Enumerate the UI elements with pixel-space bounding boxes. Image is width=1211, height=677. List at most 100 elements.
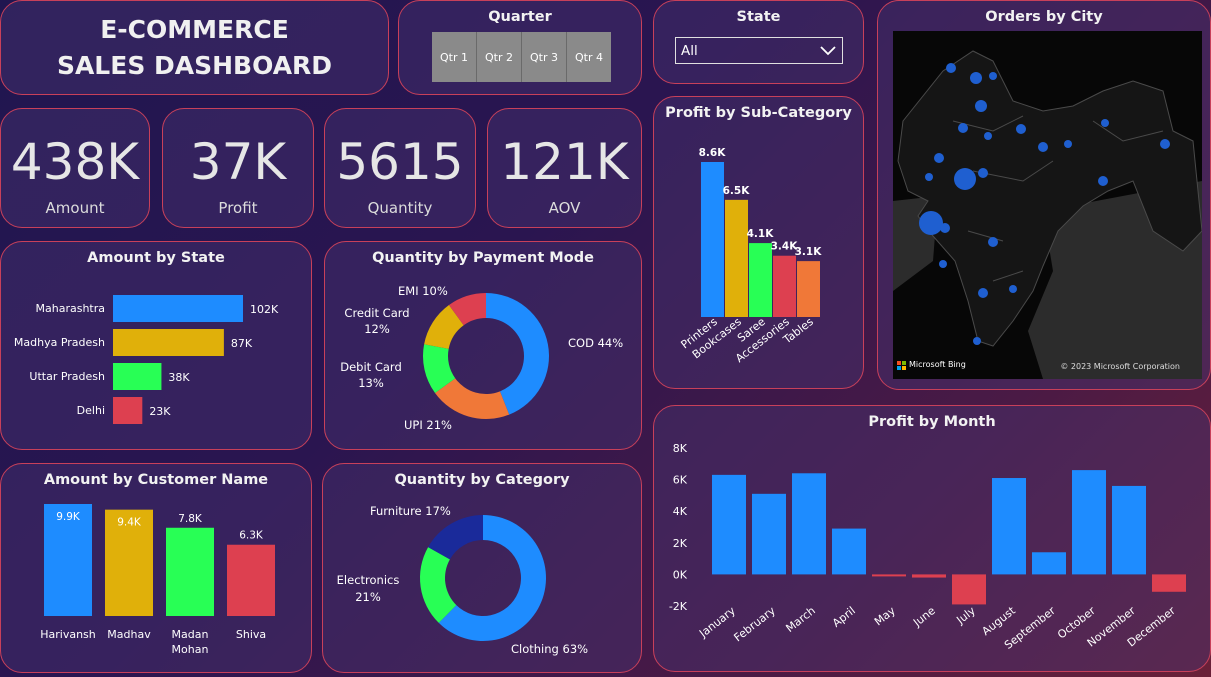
- kpi-profit-label: Profit: [218, 199, 258, 217]
- month-bar: [752, 493, 786, 575]
- payment-label-cod: COD 44%: [568, 336, 623, 350]
- subcategory-bar: [797, 261, 820, 317]
- orders-by-city-panel: Orders by City Microsoft Bing © 2023 Mic…: [877, 0, 1211, 390]
- month-ytick-label: 4K: [673, 505, 688, 518]
- kpi-profit-card: 37K Profit: [162, 108, 314, 228]
- subcategory-value-label: 8.6K: [699, 147, 727, 159]
- customer-axis-label: Harivansh: [40, 628, 96, 641]
- month-bar: [792, 473, 826, 575]
- customer-bar: [227, 544, 275, 616]
- subcategory-bar: [701, 162, 724, 317]
- month-bar: [992, 478, 1026, 575]
- state-bar: [113, 397, 143, 424]
- profit-by-subcategory-panel: Profit by Sub-Category 8.6K Printers 6.5K B…: [653, 96, 864, 389]
- quarter-btn-q1[interactable]: Qtr 1: [432, 32, 477, 82]
- payment-pct-credit: 12%: [364, 322, 390, 336]
- chevron-down-icon: [820, 46, 836, 56]
- city-map[interactable]: Microsoft Bing © 2023 Microsoft Corporat…: [893, 31, 1202, 379]
- state-value-label: 102K: [250, 303, 279, 316]
- amount-by-customer-chart: 9.9K Harivansh 9.4K Madhav 7.8K Madan Mohan 6.3…: [40, 504, 275, 656]
- payment-label-emi: EMI 10%: [398, 284, 448, 298]
- customer-value-label: 7.8K: [178, 513, 203, 525]
- state-value-label: 38K: [168, 371, 190, 384]
- customer-axis-label: Shiva: [236, 628, 266, 641]
- state-label: Uttar Pradesh: [29, 370, 105, 383]
- month-ytick-label: 8K: [673, 442, 688, 455]
- kpi-amount-value: 438K: [10, 133, 140, 191]
- customer-name-panel: Amount by Customer Name 9.9K Harivansh 9.4…: [0, 463, 312, 673]
- quarter-title: Quarter: [488, 9, 552, 25]
- month-ytick-label: 2K: [673, 537, 688, 550]
- month-axis-label: March: [783, 604, 817, 635]
- quarter-btn-q3[interactable]: Qtr 3: [522, 32, 567, 82]
- quantity-by-category-chart: Clothing 63% Electronics 21% Furniture 17%: [337, 504, 588, 656]
- category-label-electronics: Electronics: [337, 573, 400, 587]
- payment-mode-panel: Quantity by Payment Mode COD 44% UPI 21% D…: [324, 241, 642, 450]
- state-dropdown[interactable]: All: [675, 37, 843, 64]
- month-bar: [1112, 485, 1146, 575]
- state-label: Maharashtra: [36, 302, 106, 315]
- month-axis-label: April: [830, 604, 858, 630]
- quarter-slicer: Quarter Qtr 1 Qtr 2 Qtr 3 Qtr 4: [398, 0, 642, 95]
- state-bar: [113, 329, 224, 356]
- payment-label-upi: UPI 21%: [404, 418, 452, 432]
- month-ytick-label: 6K: [673, 474, 688, 487]
- subcategory-bar: [773, 255, 796, 317]
- category-pct-electronics: 21%: [355, 590, 381, 604]
- state-label: Madhya Pradesh: [14, 336, 105, 349]
- kpi-quantity-label: Quantity: [367, 199, 433, 217]
- amount-by-state-chart: Maharashtra 102K Madhya Pradesh 87K Uttar Pr…: [14, 295, 279, 424]
- month-ytick-label: 0K: [673, 568, 688, 581]
- quarter-btn-q2[interactable]: Qtr 2: [477, 32, 522, 82]
- kpi-amount-label: Amount: [45, 199, 105, 217]
- payment-mode-chart: COD 44% UPI 21% Debit Card 13% Credit Card 12…: [340, 284, 623, 432]
- kpi-quantity-value: 5615: [336, 133, 464, 191]
- title-panel: E-COMMERCE SALES DASHBOARD: [0, 0, 389, 95]
- month-bar: [1152, 574, 1186, 592]
- customer-value-label: 9.4K: [117, 517, 142, 529]
- kpi-quantity-card: 5615 Quantity: [324, 108, 476, 228]
- state-dropdown-value: All: [681, 43, 698, 59]
- subcategory-chart: 8.6KPrinters6.5KBookcases4.1KSaree3.4KAc…: [678, 147, 823, 365]
- profit-by-month-panel: Profit by Month 8K 6K 4K 2K 0K -2K January Febr…: [653, 405, 1211, 672]
- kpi-amount-card: 438K Amount: [0, 108, 150, 228]
- amount-by-state-panel: Amount by State Maharashtra 102K Madhya Pr…: [0, 241, 312, 450]
- map-title: Orders by City: [985, 9, 1103, 25]
- state-value-label: 23K: [149, 405, 171, 418]
- subcategory-bar: [749, 243, 772, 317]
- state-title: State: [736, 9, 781, 25]
- month-bar: [952, 574, 986, 605]
- kpi-aov-label: AOV: [548, 199, 581, 217]
- subcategory-value-label: 3.1K: [795, 246, 823, 258]
- subcategory-bar: [725, 199, 748, 317]
- quarter-btn-q4[interactable]: Qtr 4: [567, 32, 611, 82]
- kpi-profit-value: 37K: [189, 133, 287, 191]
- subcategory-value-label: 6.5K: [723, 185, 751, 197]
- kpi-aov-card: 121K AOV: [487, 108, 642, 228]
- month-axis-label: June: [910, 604, 938, 630]
- payment-pct-debit: 13%: [358, 376, 384, 390]
- map-svg: [893, 31, 1202, 379]
- map-copyright: © 2023 Microsoft Corporation: [1060, 362, 1180, 371]
- month-ytick-label: -2K: [669, 600, 688, 613]
- state-bar: [113, 363, 162, 390]
- month-bar: [1072, 470, 1106, 575]
- map-bing-label: Microsoft Bing: [909, 360, 966, 369]
- category-label-furniture: Furniture 17%: [370, 504, 451, 518]
- category-panel: Quantity by Category Clothing 63% Electro…: [322, 463, 642, 673]
- customer-bar: [166, 527, 214, 616]
- category-label-clothing: Clothing 63%: [511, 642, 588, 656]
- subcategory-value-label: 4.1K: [747, 228, 775, 240]
- month-axis-label: May: [872, 604, 898, 629]
- customer-axis-label: Madan: [172, 628, 209, 641]
- kpi-aov-value: 121K: [500, 133, 629, 191]
- month-bar: [712, 474, 746, 575]
- payment-label-debit: Debit Card: [340, 360, 402, 374]
- state-label: Delhi: [77, 404, 105, 417]
- state-value-label: 87K: [231, 337, 253, 350]
- month-axis-label: February: [731, 604, 778, 645]
- month-bar: [912, 574, 946, 578]
- profit-by-month-chart: 8K6K4K2K0K-2K JanuaryFebruary March April Ma…: [669, 442, 1186, 652]
- month-bar: [872, 574, 906, 577]
- month-bar: [832, 528, 866, 575]
